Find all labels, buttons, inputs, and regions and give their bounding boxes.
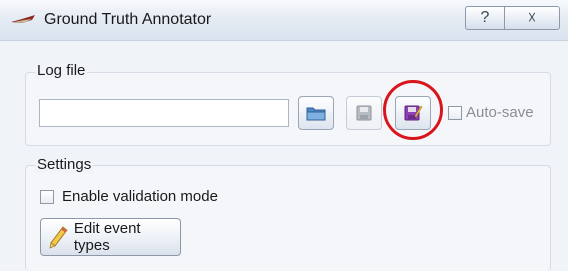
pencil-icon: [49, 226, 68, 249]
save-log-button[interactable]: [346, 96, 382, 130]
window-title: Ground Truth Annotator: [44, 11, 212, 28]
close-icon: ☓: [527, 10, 537, 27]
folder-icon: [306, 107, 326, 121]
open-log-button[interactable]: [298, 96, 334, 130]
floppy-disk-icon: [356, 105, 372, 121]
app-icon: [11, 15, 35, 23]
settings-group-label: Settings: [35, 156, 94, 173]
autosave-checkbox[interactable]: [448, 106, 462, 120]
autosave-label: Auto-save: [466, 104, 534, 121]
close-button[interactable]: ☓: [504, 6, 560, 30]
validation-mode-checkbox[interactable]: [40, 190, 54, 204]
edit-event-types-button[interactable]: Edit event types: [40, 218, 181, 256]
log-path-input[interactable]: [39, 99, 289, 127]
annotator-window: Ground Truth Annotator ? ☓ Log file Auto…: [0, 0, 568, 271]
title-bar[interactable]: Ground Truth Annotator ? ☓: [0, 0, 568, 41]
validation-mode-label: Enable validation mode: [62, 188, 218, 205]
save-as-log-button[interactable]: [395, 96, 431, 130]
log-file-group-label: Log file: [35, 62, 88, 79]
edit-event-types-label: Edit event types: [73, 220, 141, 254]
help-button[interactable]: ?: [465, 6, 505, 30]
floppy-edit-icon: [404, 105, 423, 121]
help-icon: ?: [480, 9, 490, 26]
